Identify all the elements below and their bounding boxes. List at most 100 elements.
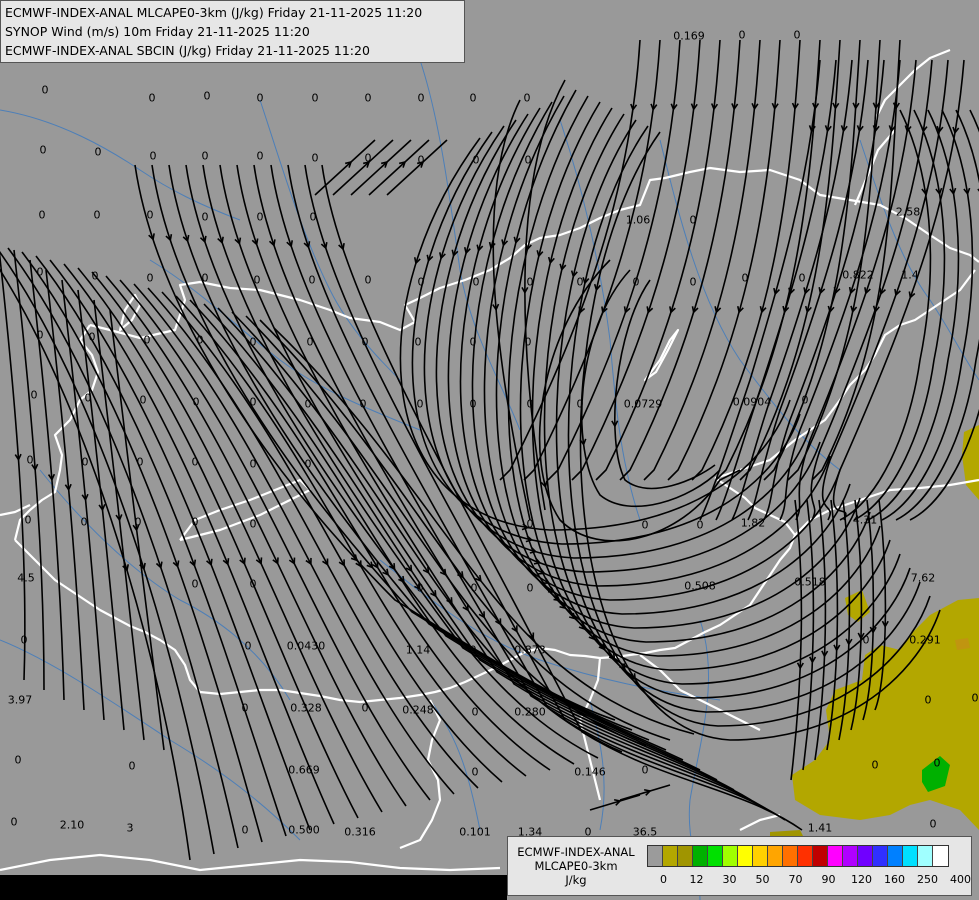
sbcin-value: 0 [196, 333, 204, 347]
sbcin-value: 0 [364, 273, 372, 287]
sbcin-value: 0 [308, 273, 316, 287]
legend-tick-label: 50 [755, 873, 770, 886]
legend-swatch [858, 846, 873, 866]
sbcin-value: 0 [249, 395, 257, 409]
streamline [332, 139, 394, 196]
streamline [321, 164, 803, 831]
streamline [867, 109, 960, 521]
sbcin-value: 0 [201, 271, 209, 285]
sbcin-value: 0 [417, 91, 425, 105]
sbcin-value: 0 [201, 210, 209, 224]
sbcin-value: 0.508 [684, 579, 716, 593]
sbcin-value: 0 [471, 705, 479, 719]
sbcin-value: 0 [39, 143, 47, 157]
legend-tick-label: 160 [884, 873, 905, 886]
legend-swatch [723, 846, 738, 866]
sbcin-value: 0 [191, 577, 199, 591]
streamline [839, 109, 932, 521]
sbcin-value: 0 [134, 515, 142, 529]
sbcin-value: 0.316 [344, 825, 376, 839]
sbcin-value: 0.146 [574, 765, 606, 779]
sbcin-value: 0 [311, 151, 319, 165]
sbcin-value: 0 [256, 210, 264, 224]
sbcin-value: 0.518 [794, 575, 826, 589]
sbcin-value: 0 [241, 701, 249, 715]
sbcin-value: 0 [256, 91, 264, 105]
title-line-cin: ECMWF-INDEX-ANAL SBCIN (J/kg) Friday 21-… [5, 43, 370, 58]
sbcin-value: 0 [416, 397, 424, 411]
legend-tick-label: 12 [689, 873, 704, 886]
sbcin-value: 0 [862, 633, 870, 647]
sbcin-value: 0 [871, 758, 879, 772]
sbcin-value: 0 [524, 335, 532, 349]
sbcin-value: 0 [469, 91, 477, 105]
sbcin-value: 0 [469, 643, 477, 657]
streamline [619, 784, 671, 801]
legend-swatch [873, 846, 888, 866]
sbcin-value: 0 [523, 91, 531, 105]
streamline [45, 269, 85, 711]
sbcin-value: 0.669 [288, 763, 320, 777]
sbcin-value: 1.4 [901, 268, 919, 282]
legend-swatch [783, 846, 798, 866]
sbcin-value: 0 [364, 151, 372, 165]
sbcin-value: 0 [417, 153, 425, 167]
sbcin-value: 0 [472, 153, 480, 167]
sbcin-value: 0 [244, 639, 252, 653]
sbcin-value: 0.280 [514, 705, 546, 719]
sbcin-value: 0 [304, 457, 312, 471]
sbcin-value: 0.0729 [623, 397, 663, 411]
sbcin-value: 0 [641, 763, 649, 777]
sbcin-value: 0 [143, 333, 151, 347]
sbcin-value: 0 [136, 455, 144, 469]
sbcin-value: 0 [933, 756, 941, 770]
sbcin-value: 0 [14, 753, 22, 767]
sbcin-value: 4.5 [17, 571, 35, 585]
legend-swatch [828, 846, 843, 866]
sbcin-value: 0.291 [909, 633, 941, 647]
sbcin-value: 0 [924, 693, 932, 707]
sbcin-value: 2.58 [895, 205, 921, 219]
legend-tick-label: 400 [950, 873, 971, 886]
legend-swatch [768, 846, 783, 866]
sbcin-value: 0 [361, 701, 369, 715]
sbcin-value: 0 [526, 397, 534, 411]
legend-swatch [903, 846, 918, 866]
sbcin-value: 0 [576, 275, 584, 289]
legend-tick-label: 120 [851, 873, 872, 886]
sbcin-value: 0 [91, 269, 99, 283]
legend-swatch [753, 846, 768, 866]
streamline [185, 164, 667, 751]
sbcin-value: 0 [472, 275, 480, 289]
streamline [715, 39, 821, 481]
legend-swatch [813, 846, 828, 866]
legend-swatch [738, 846, 753, 866]
legend-ticks: 0 12 30 50 70 90 120 160 250 400 [647, 873, 977, 887]
sbcin-value: 0 [311, 91, 319, 105]
sbcin-value: 4.31 [852, 513, 878, 527]
sbcin-value: 0 [470, 581, 478, 595]
sbcin-value: 0 [88, 330, 96, 344]
sbcin-value: 0 [741, 271, 749, 285]
sbcin-value: 3.97 [7, 693, 33, 707]
streamline [386, 139, 448, 196]
map-title-box: ECMWF-INDEX-ANAL MLCAPE0-3km (J/kg) Frid… [0, 0, 465, 63]
sbcin-value: 0 [416, 581, 424, 595]
sbcin-value: 0 [191, 455, 199, 469]
sbcin-value: 0 [524, 153, 532, 167]
streamline [589, 794, 641, 811]
legend-tick-label: 250 [917, 873, 938, 886]
sbcin-value: 0 [309, 210, 317, 224]
sbcin-value: 0 [41, 83, 49, 97]
sbcin-value: 0 [146, 271, 154, 285]
sbcin-value: 0 [201, 149, 209, 163]
sbcin-value: 0 [971, 691, 979, 705]
sbcin-value: 0 [149, 149, 157, 163]
legend-swatch [888, 846, 903, 866]
sbcin-value: 0.822 [842, 268, 874, 282]
sbcin-value: 0 [20, 633, 28, 647]
sbcin-value: 0.0904 [732, 395, 772, 409]
streamline [667, 39, 781, 481]
bottom-strip [0, 875, 507, 900]
legend-unit: J/kg [565, 873, 587, 887]
